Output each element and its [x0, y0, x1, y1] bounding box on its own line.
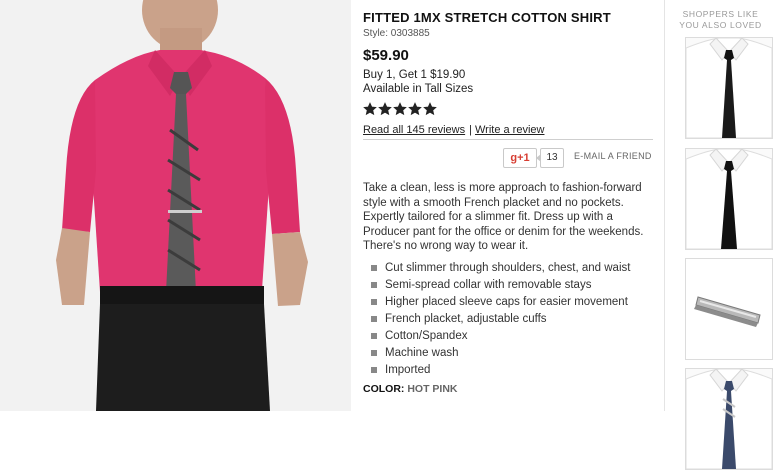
promo-tall-sizes: Available in Tall Sizes: [363, 83, 474, 95]
star-icon: [363, 102, 377, 116]
review-separator: |: [469, 124, 472, 136]
product-details: FITTED 1MX STRETCH COTTON SHIRT Style: 0…: [363, 10, 663, 395]
list-item: Machine wash: [363, 345, 663, 362]
recommended-product-thumbnail[interactable]: [685, 148, 773, 250]
recommended-product-thumbnail[interactable]: [685, 368, 773, 470]
promo-bogo: Buy 1, Get 1 $19.90: [363, 69, 466, 81]
star-icon: [423, 102, 437, 116]
square-bullet-icon: [371, 366, 377, 373]
list-item: Imported: [363, 362, 663, 379]
recommended-product-thumbnail[interactable]: [685, 37, 773, 139]
star-icon: [393, 102, 407, 116]
product-price: $59.90: [363, 47, 409, 64]
color-label: COLOR:: [363, 382, 405, 395]
square-bullet-icon: [371, 298, 377, 305]
read-reviews-link[interactable]: Read all 145 reviews: [363, 124, 465, 136]
list-item: Semi-spread collar with removable stays: [363, 277, 663, 294]
square-bullet-icon: [371, 281, 377, 288]
square-bullet-icon: [371, 264, 377, 271]
write-review-link[interactable]: Write a review: [475, 124, 544, 136]
square-bullet-icon: [371, 349, 377, 356]
white-shirt-black-tie-image: [686, 149, 772, 249]
product-main-image[interactable]: [0, 0, 351, 411]
recommended-product-thumbnail[interactable]: [685, 258, 773, 360]
list-item: Cut slimmer through shoulders, chest, an…: [363, 260, 663, 277]
star-icon: [378, 102, 392, 116]
color-value: HOT PINK: [407, 382, 458, 395]
tie-bar-image: [686, 259, 772, 359]
social-share: g+1 13 E-MAIL A FRIEND: [363, 148, 663, 168]
shirt-model-illustration: [0, 0, 351, 411]
reviews-links: Read all 145 reviews | Write a review: [363, 124, 663, 136]
email-friend-link[interactable]: E-MAIL A FRIEND: [574, 151, 652, 161]
white-shirt-striped-tie-image: [686, 369, 772, 469]
rating-stars: [363, 102, 663, 116]
recommendations-rail: SHOPPERS LIKE YOU ALSO LOVED: [664, 0, 775, 470]
promo-text: Buy 1, Get 1 $19.90 Available in Tall Si…: [363, 68, 663, 96]
square-bullet-icon: [371, 315, 377, 322]
star-icon: [408, 102, 422, 116]
product-description: Take a clean, less is more approach to f…: [363, 182, 644, 253]
google-plus-one-button[interactable]: g+1: [503, 148, 537, 168]
feature-list: Cut slimmer through shoulders, chest, an…: [363, 260, 663, 379]
google-plus-count: 13: [536, 148, 564, 168]
list-item: Higher placed sleeve caps for easier mov…: [363, 294, 663, 311]
square-bullet-icon: [371, 332, 377, 339]
rail-title: SHOPPERS LIKE YOU ALSO LOVED: [679, 9, 762, 30]
white-shirt-black-tie-image: [686, 38, 772, 138]
divider: [363, 139, 653, 140]
selected-color: COLOR: HOT PINK: [363, 383, 663, 395]
product-style-number: Style: 0303885: [363, 28, 430, 39]
list-item: French placket, adjustable cuffs: [363, 311, 663, 328]
list-item: Cotton/Spandex: [363, 328, 663, 345]
product-title: FITTED 1MX STRETCH COTTON SHIRT: [363, 10, 611, 25]
